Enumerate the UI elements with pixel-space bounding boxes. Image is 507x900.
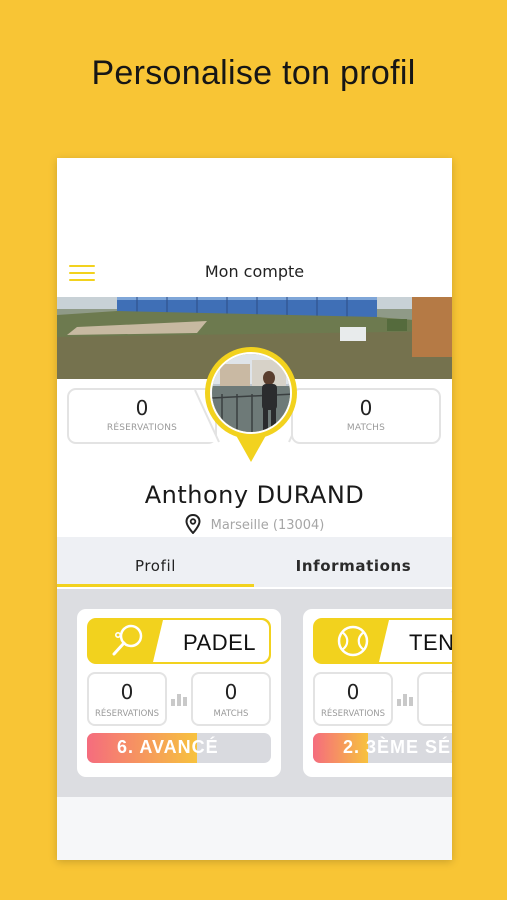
sport-matches-stat: 0 M — [417, 672, 452, 726]
matches-stat: 0 MATCHS — [291, 388, 441, 444]
level-label: 2. 3ÈME SÉ — [343, 737, 452, 757]
phone-screen: Mon compte 0 RÉSERVATIONS 0 MATCHS Antho… — [57, 158, 452, 860]
sport-reservations-label: RÉSERVATIONS — [320, 709, 386, 719]
location-pin-icon — [185, 514, 201, 534]
sport-reservations-count: 0 — [120, 680, 134, 704]
avatar[interactable] — [210, 352, 292, 434]
user-location: Marseille (13004) — [57, 514, 452, 534]
bottom-spacer — [57, 797, 452, 860]
tennis-ball-icon — [337, 625, 369, 657]
sport-stats: 0 RÉSERVATIONS 0 MATCHS — [87, 672, 271, 726]
sport-header: TEN — [313, 618, 452, 664]
bar-chart-icon — [397, 694, 413, 706]
sport-reservations-stat: 0 RÉSERVATIONS — [87, 672, 167, 726]
level-label: 6. AVANCÉ — [117, 737, 219, 757]
level-bar: 2. 3ÈME SÉ — [313, 733, 452, 763]
user-name: Anthony DURAND — [144, 481, 365, 509]
page-headline: Personalise ton profil — [91, 54, 416, 92]
matches-count: 0 — [359, 396, 373, 420]
profile-tabs: Profil Informations — [57, 537, 452, 587]
sport-name: PADEL — [183, 630, 257, 655]
location-text: Marseille (13004) — [210, 518, 325, 533]
bar-chart-icon — [171, 694, 187, 706]
level-bar: 6. AVANCÉ — [87, 733, 271, 763]
sport-reservations-stat: 0 RÉSERVATIONS — [313, 672, 393, 726]
sport-card-tennis[interactable]: TEN 0 RÉSERVATIONS 0 M — [303, 609, 452, 777]
app-bar: Mon compte — [57, 158, 452, 298]
sport-matches-count: 0 — [419, 680, 452, 704]
sport-reservations-label: RÉSERVATIONS — [94, 709, 160, 719]
sport-matches-stat: 0 MATCHS — [191, 672, 271, 726]
screen-title: Mon compte — [204, 262, 305, 281]
sport-matches-count: 0 — [224, 680, 238, 704]
sports-carousel[interactable]: PADEL 0 RÉSERVATIONS 0 MATCHS 6. AVANCÉ … — [57, 589, 452, 797]
sport-matches-label: M — [419, 709, 452, 719]
sport-card-padel[interactable]: PADEL 0 RÉSERVATIONS 0 MATCHS 6. AVANCÉ — [77, 609, 281, 777]
sport-name: TEN — [409, 630, 452, 655]
sport-matches-label: MATCHS — [213, 709, 249, 719]
matches-label: MATCHS — [346, 423, 386, 433]
sport-reservations-count: 0 — [346, 680, 360, 704]
sport-stats: 0 RÉSERVATIONS 0 M — [313, 672, 452, 726]
padel-racket-icon — [112, 624, 143, 656]
tab-profil[interactable]: Profil — [57, 537, 254, 587]
sport-header: PADEL — [87, 618, 271, 664]
active-tab-indicator — [57, 584, 254, 587]
tab-informations[interactable]: Informations — [255, 537, 452, 587]
